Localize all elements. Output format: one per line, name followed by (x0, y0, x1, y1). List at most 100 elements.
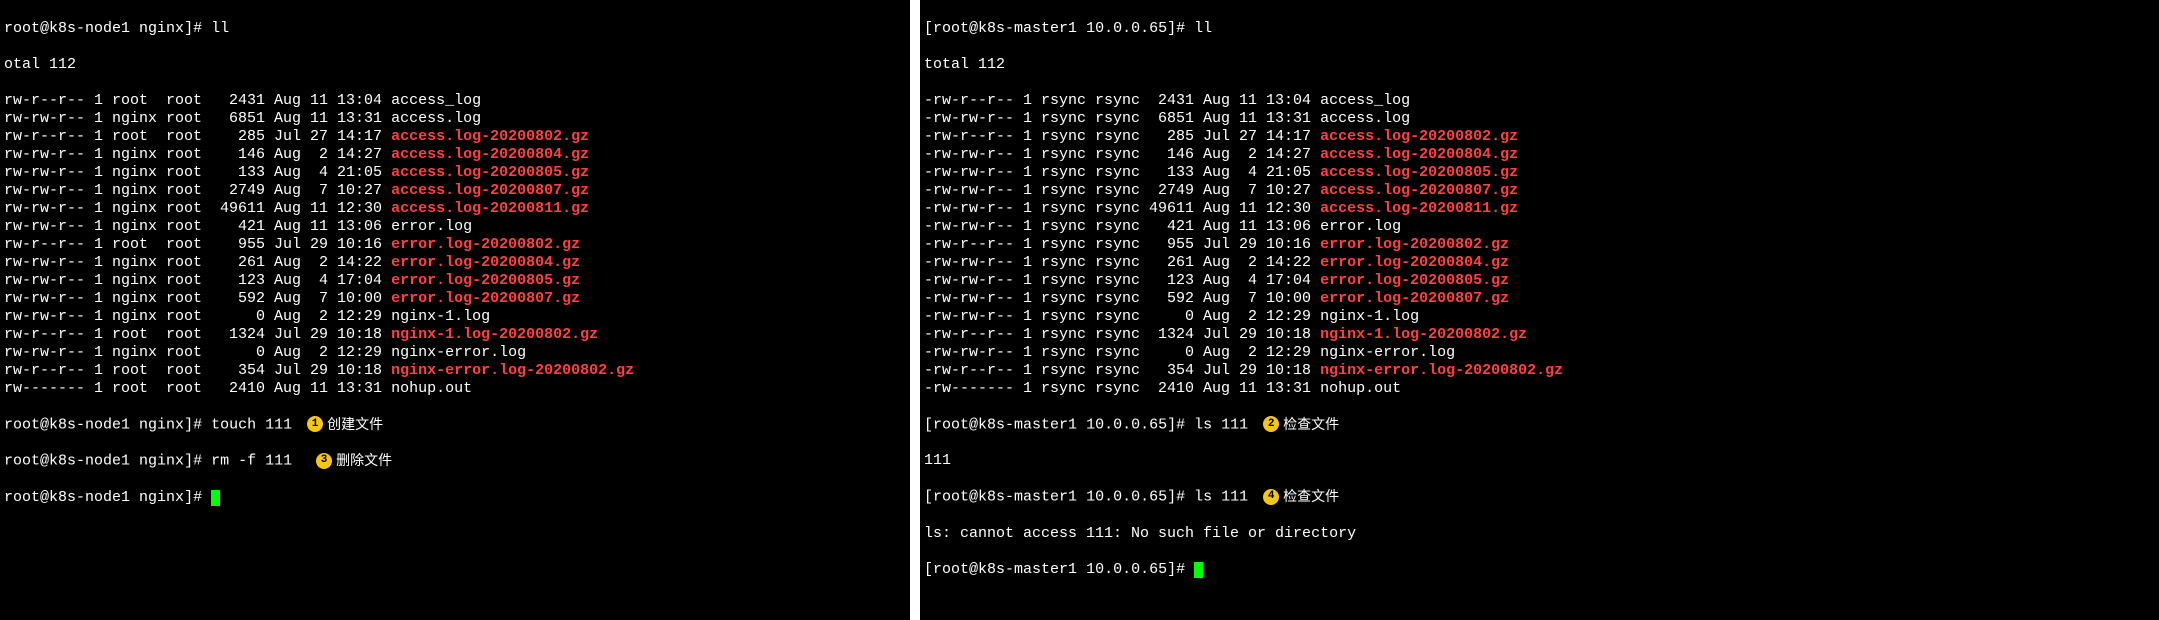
prompt-line-touch: root@k8s-node1 nginx]# touch 111 1创建文件 (4, 416, 906, 434)
list-item: -rw-r--r-- 1 rsync rsync 1324 Jul 29 10:… (924, 326, 2155, 344)
filename: access.log-20200811.gz (1320, 200, 1518, 217)
filename: access.log-20200804.gz (391, 146, 589, 163)
prompt-line-rm: root@k8s-node1 nginx]# rm -f 111 3删除文件 (4, 452, 906, 470)
list-item: -rw-rw-r-- 1 rsync rsync 261 Aug 2 14:22… (924, 254, 2155, 272)
prompt-line: [root@k8s-master1 10.0.0.65]# ll (924, 20, 2155, 38)
filename: access.log-20200802.gz (1320, 128, 1518, 145)
list-item: -rw------- 1 rsync rsync 2410 Aug 11 13:… (924, 380, 2155, 398)
filename: nginx-error.log (391, 344, 526, 361)
list-item: rw-r--r-- 1 root root 1324 Jul 29 10:18 … (4, 326, 906, 344)
filename: error.log-20200802.gz (1320, 236, 1509, 253)
annotation-check: 检查文件 (1283, 488, 1339, 504)
file-listing-left: rw-r--r-- 1 root root 2431 Aug 11 13:04 … (4, 92, 906, 398)
total-line: total 112 (924, 56, 2155, 74)
filename: access.log-20200805.gz (391, 164, 589, 181)
list-item: rw-rw-r-- 1 nginx root 592 Aug 7 10:00 e… (4, 290, 906, 308)
list-item: rw-r--r-- 1 root root 955 Jul 29 10:16 e… (4, 236, 906, 254)
list-item: rw-r--r-- 1 root root 354 Jul 29 10:18 n… (4, 362, 906, 380)
prompt-line: root@k8s-node1 nginx]# ll (4, 20, 906, 38)
filename: access.log-20200804.gz (1320, 146, 1518, 163)
filename: error.log-20200804.gz (1320, 254, 1509, 271)
cursor-icon (1194, 562, 1203, 578)
filename: access.log-20200807.gz (391, 182, 589, 199)
list-item: rw-rw-r-- 1 nginx root 146 Aug 2 14:27 a… (4, 146, 906, 164)
list-item: -rw-rw-r-- 1 rsync rsync 6851 Aug 11 13:… (924, 110, 2155, 128)
list-item: -rw-rw-r-- 1 rsync rsync 133 Aug 4 21:05… (924, 164, 2155, 182)
command-text: ll (1194, 20, 1212, 37)
filename: error.log-20200807.gz (1320, 290, 1509, 307)
filename: nginx-error.log-20200802.gz (1320, 362, 1563, 379)
filename: nginx-1.log-20200802.gz (1320, 326, 1527, 343)
filename: error.log-20200804.gz (391, 254, 580, 271)
filename: nohup.out (391, 380, 472, 397)
filename: access.log-20200807.gz (1320, 182, 1518, 199)
filename: nginx-1.log (391, 308, 490, 325)
list-item: -rw-rw-r-- 1 rsync rsync 2749 Aug 7 10:2… (924, 182, 2155, 200)
command-text: ls 111 (1194, 489, 1248, 506)
filename: access.log-20200811.gz (391, 200, 589, 217)
list-item: rw-rw-r-- 1 nginx root 0 Aug 2 12:29 ngi… (4, 344, 906, 362)
file-listing-right: -rw-r--r-- 1 rsync rsync 2431 Aug 11 13:… (924, 92, 2155, 398)
filename: nginx-error.log (1320, 344, 1455, 361)
filename: error.log-20200805.gz (391, 272, 580, 289)
list-item: -rw-rw-r-- 1 rsync rsync 123 Aug 4 17:04… (924, 272, 2155, 290)
filename: access_log (1320, 92, 1410, 109)
list-item: rw-rw-r-- 1 nginx root 6851 Aug 11 13:31… (4, 110, 906, 128)
badge-3-icon: 3 (316, 453, 332, 469)
list-item: -rw-r--r-- 1 rsync rsync 354 Jul 29 10:1… (924, 362, 2155, 380)
list-item: -rw-r--r-- 1 rsync rsync 2431 Aug 11 13:… (924, 92, 2155, 110)
command-text: rm -f 111 (211, 453, 292, 470)
list-item: rw-rw-r-- 1 nginx root 2749 Aug 7 10:27 … (4, 182, 906, 200)
badge-4-icon: 4 (1263, 489, 1279, 505)
annotation-check: 检查文件 (1283, 416, 1339, 432)
annotation-delete: 删除文件 (336, 452, 392, 468)
badge-2-icon: 2 (1263, 416, 1279, 432)
total-line: otal 112 (4, 56, 906, 74)
prompt-line-ls1: [root@k8s-master1 10.0.0.65]# ls 111 2检查… (924, 416, 2155, 434)
prompt-line-ls2: [root@k8s-master1 10.0.0.65]# ls 111 4检查… (924, 488, 2155, 506)
prompt-line-idle: root@k8s-node1 nginx]# (4, 489, 906, 507)
list-item: rw-rw-r-- 1 nginx root 421 Aug 11 13:06 … (4, 218, 906, 236)
list-item: rw-r--r-- 1 root root 2431 Aug 11 13:04 … (4, 92, 906, 110)
list-item: rw-rw-r-- 1 nginx root 0 Aug 2 12:29 ngi… (4, 308, 906, 326)
command-text: ls 111 (1194, 416, 1248, 433)
filename: access.log-20200805.gz (1320, 164, 1518, 181)
list-item: rw-rw-r-- 1 nginx root 133 Aug 4 21:05 a… (4, 164, 906, 182)
filename: nginx-1.log (1320, 308, 1419, 325)
filename: error.log (1320, 218, 1401, 235)
filename: error.log-20200805.gz (1320, 272, 1509, 289)
ls-output: 111 (924, 452, 2155, 470)
list-item: -rw-rw-r-- 1 rsync rsync 0 Aug 2 12:29 n… (924, 344, 2155, 362)
filename: access.log (1320, 110, 1410, 127)
list-item: -rw-rw-r-- 1 rsync rsync 592 Aug 7 10:00… (924, 290, 2155, 308)
list-item: rw-r--r-- 1 root root 285 Jul 27 14:17 a… (4, 128, 906, 146)
ls-error: ls: cannot access 111: No such file or d… (924, 525, 2155, 543)
pane-divider[interactable] (910, 0, 920, 620)
list-item: -rw-rw-r-- 1 rsync rsync 146 Aug 2 14:27… (924, 146, 2155, 164)
command-text: ll (211, 20, 229, 37)
list-item: -rw-rw-r-- 1 rsync rsync 49611 Aug 11 12… (924, 200, 2155, 218)
list-item: -rw-r--r-- 1 rsync rsync 285 Jul 27 14:1… (924, 128, 2155, 146)
command-text: touch 111 (211, 416, 292, 433)
terminal-right[interactable]: [root@k8s-master1 10.0.0.65]# ll total 1… (920, 0, 2159, 620)
filename: access.log-20200802.gz (391, 128, 589, 145)
list-item: rw-rw-r-- 1 nginx root 49611 Aug 11 12:3… (4, 200, 906, 218)
cursor-icon (211, 490, 220, 506)
filename: error.log (391, 218, 472, 235)
list-item: rw-rw-r-- 1 nginx root 261 Aug 2 14:22 e… (4, 254, 906, 272)
terminal-left[interactable]: root@k8s-node1 nginx]# ll otal 112 rw-r-… (0, 0, 910, 620)
list-item: rw------- 1 root root 2410 Aug 11 13:31 … (4, 380, 906, 398)
filename: access.log (391, 110, 481, 127)
list-item: -rw-rw-r-- 1 rsync rsync 421 Aug 11 13:0… (924, 218, 2155, 236)
annotation-create: 创建文件 (327, 416, 383, 432)
filename: access_log (391, 92, 481, 109)
list-item: -rw-r--r-- 1 rsync rsync 955 Jul 29 10:1… (924, 236, 2155, 254)
prompt-line-idle: [root@k8s-master1 10.0.0.65]# (924, 561, 2155, 579)
filename: nginx-error.log-20200802.gz (391, 362, 634, 379)
filename: nginx-1.log-20200802.gz (391, 326, 598, 343)
filename: error.log-20200807.gz (391, 290, 580, 307)
list-item: rw-rw-r-- 1 nginx root 123 Aug 4 17:04 e… (4, 272, 906, 290)
filename: nohup.out (1320, 380, 1401, 397)
badge-1-icon: 1 (307, 416, 323, 432)
list-item: -rw-rw-r-- 1 rsync rsync 0 Aug 2 12:29 n… (924, 308, 2155, 326)
